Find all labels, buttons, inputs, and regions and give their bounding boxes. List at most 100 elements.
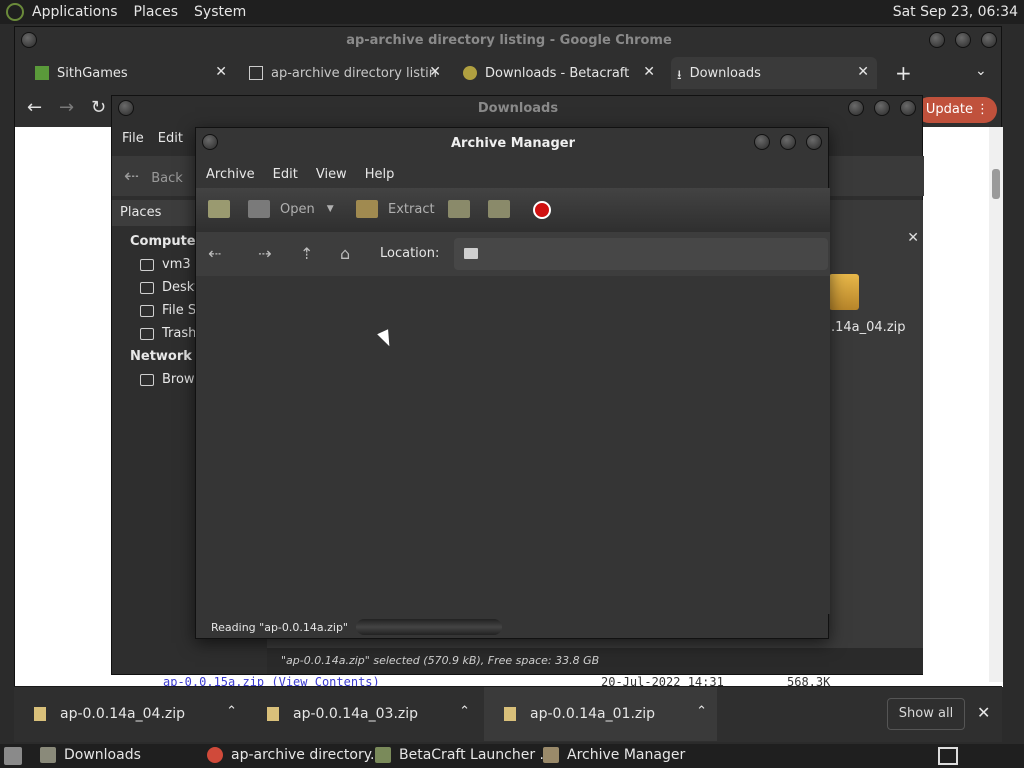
task-label: Archive Manager bbox=[567, 747, 686, 763]
fm-edit-menu[interactable]: Edit bbox=[158, 131, 183, 146]
sidebar-item-browse-network[interactable]: Brows bbox=[140, 372, 201, 387]
location-field[interactable] bbox=[454, 238, 828, 270]
dropdown-arrow-icon[interactable]: ▼ bbox=[327, 204, 334, 214]
am-menubar: Archive Edit View Help bbox=[196, 160, 830, 188]
download-name: ap-0.0.14a_04.zip bbox=[60, 706, 186, 722]
network-icon bbox=[140, 373, 154, 386]
page-scrollbar[interactable] bbox=[989, 127, 1003, 682]
fm-file-menu[interactable]: File bbox=[122, 131, 144, 146]
am-close-button[interactable] bbox=[806, 134, 822, 150]
file-name[interactable]: .14a_04.zip bbox=[831, 320, 906, 335]
reload-icon[interactable]: ↻ bbox=[91, 97, 106, 118]
archive-manager-window: Archive Manager Archive Edit View Help O… bbox=[195, 127, 830, 639]
extract-button[interactable]: Extract bbox=[356, 200, 435, 218]
stop-icon[interactable] bbox=[533, 201, 551, 219]
back-arrow-icon[interactable]: ← bbox=[27, 97, 42, 118]
chrome-maximize-button[interactable] bbox=[955, 32, 971, 48]
sidebar-item-label: vm3 bbox=[162, 257, 191, 272]
tab-close-icon[interactable]: ✕ bbox=[215, 64, 227, 80]
file-manager-title: Downloads bbox=[477, 101, 559, 116]
tab-betacraft[interactable]: Downloads - Betacraft ✕ bbox=[457, 57, 663, 89]
sidebar-item-filesystem[interactable]: File S bbox=[140, 303, 196, 318]
fm-back-button[interactable]: ⇠ Back bbox=[124, 166, 183, 187]
applications-menu[interactable]: Applications bbox=[32, 4, 118, 20]
workspace-switcher-icon[interactable] bbox=[938, 747, 958, 765]
new-archive-button[interactable] bbox=[208, 200, 240, 218]
extract-icon bbox=[356, 200, 378, 218]
top-panel: Applications Places System Sat Sep 23, 0… bbox=[0, 0, 1024, 24]
open-button[interactable]: Open ▼ bbox=[248, 200, 334, 218]
archive-file-list[interactable] bbox=[196, 276, 830, 614]
home-icon[interactable]: ⌂ bbox=[340, 244, 350, 263]
chevron-up-icon[interactable]: ⌃ bbox=[226, 704, 237, 719]
desktop-folder-icon bbox=[140, 281, 154, 294]
archive-menu[interactable]: Archive bbox=[206, 167, 255, 182]
am-minimize-button[interactable] bbox=[754, 134, 770, 150]
tab-label: SithGames bbox=[57, 65, 128, 81]
task-downloads[interactable]: Downloads bbox=[40, 747, 141, 763]
sidebar-item-desktop[interactable]: Deskt bbox=[140, 280, 199, 295]
back-arrow-icon[interactable]: ⇠ bbox=[208, 244, 221, 263]
task-archive-manager[interactable]: Archive Manager bbox=[543, 747, 685, 763]
folder-icon bbox=[40, 747, 56, 763]
tab-downloads[interactable]: ⭳ Downloads ✕ bbox=[671, 57, 877, 89]
view-menu[interactable]: View bbox=[316, 167, 347, 182]
home-folder-icon bbox=[140, 258, 154, 271]
fm-close-button[interactable] bbox=[900, 100, 916, 116]
archive-manager-title: Archive Manager bbox=[451, 136, 575, 151]
help-menu[interactable]: Help bbox=[365, 167, 395, 182]
tab-ap-archive[interactable]: ap-archive directory listin ✕ bbox=[243, 57, 449, 89]
fm-maximize-button[interactable] bbox=[874, 100, 890, 116]
chrome-minimize-button[interactable] bbox=[929, 32, 945, 48]
fm-statusbar: "ap-0.0.14a.zip" selected (570.9 kB), Fr… bbox=[267, 648, 923, 674]
download-icon: ⭳ bbox=[677, 68, 682, 83]
chevron-up-icon[interactable]: ⌃ bbox=[696, 704, 707, 719]
download-item[interactable]: ap-0.0.14a_01.zip ⌃ bbox=[484, 687, 717, 741]
add-files-button[interactable] bbox=[448, 200, 480, 218]
zip-file-icon bbox=[34, 707, 46, 721]
sidebar-item-vm3[interactable]: vm3 bbox=[140, 257, 191, 272]
chrome-icon bbox=[207, 747, 223, 763]
sidebar-item-trash[interactable]: Trash bbox=[140, 326, 196, 341]
sidebar-item-label: File S bbox=[162, 303, 197, 318]
show-desktop-icon[interactable] bbox=[4, 747, 22, 765]
folder-icon bbox=[464, 248, 478, 259]
system-logo-icon[interactable] bbox=[6, 3, 24, 21]
archive-manager-icon bbox=[543, 747, 559, 763]
zip-archive-icon[interactable] bbox=[829, 274, 859, 310]
trash-icon bbox=[140, 327, 154, 340]
new-tab-button[interactable]: + bbox=[895, 61, 912, 85]
chrome-close-button[interactable] bbox=[981, 32, 997, 48]
forward-arrow-icon[interactable]: ⇢ bbox=[258, 244, 271, 263]
edit-menu[interactable]: Edit bbox=[273, 167, 298, 182]
status-text: Reading "ap-0.0.14a.zip" bbox=[211, 620, 348, 634]
tab-close-icon[interactable]: ✕ bbox=[857, 64, 869, 80]
places-menu[interactable]: Places bbox=[134, 4, 179, 20]
more-menu-icon[interactable]: ⋮ bbox=[976, 97, 989, 123]
location-bar: ⇠ ⇢ ⇡ ⌂ Location: bbox=[196, 232, 830, 276]
chevron-up-icon[interactable]: ⌃ bbox=[459, 704, 470, 719]
clock[interactable]: Sat Sep 23, 06:34 bbox=[893, 4, 1018, 20]
scrollbar-thumb[interactable] bbox=[992, 169, 1000, 199]
tab-close-icon[interactable]: ✕ bbox=[429, 64, 441, 80]
fm-minimize-button[interactable] bbox=[848, 100, 864, 116]
tab-close-icon[interactable]: ✕ bbox=[643, 64, 655, 80]
minecraft-block-icon bbox=[35, 66, 49, 80]
update-button[interactable]: Update ⋮ bbox=[915, 97, 997, 123]
download-item[interactable]: ap-0.0.14a_03.zip ⌃ bbox=[247, 687, 480, 741]
tab-sithgames[interactable]: SithGames ✕ bbox=[29, 57, 235, 89]
sidebar-item-label: Deskt bbox=[162, 280, 200, 295]
close-icon[interactable]: ✕ bbox=[907, 230, 919, 246]
zip-file-icon bbox=[267, 707, 279, 721]
tab-search-chevron-icon[interactable]: ⌄ bbox=[975, 63, 987, 79]
task-betacraft[interactable]: BetaCraft Launcher ... bbox=[375, 747, 553, 763]
am-maximize-button[interactable] bbox=[780, 134, 796, 150]
up-arrow-icon[interactable]: ⇡ bbox=[300, 244, 313, 263]
download-item[interactable]: ap-0.0.14a_04.zip ⌃ bbox=[14, 687, 247, 741]
task-chrome[interactable]: ap-archive directory... bbox=[207, 747, 383, 763]
close-icon[interactable]: ✕ bbox=[977, 703, 990, 722]
show-all-button[interactable]: Show all bbox=[887, 698, 965, 730]
forward-arrow-icon[interactable]: → bbox=[59, 97, 74, 118]
add-folder-button[interactable] bbox=[488, 200, 520, 218]
system-menu[interactable]: System bbox=[194, 4, 246, 20]
